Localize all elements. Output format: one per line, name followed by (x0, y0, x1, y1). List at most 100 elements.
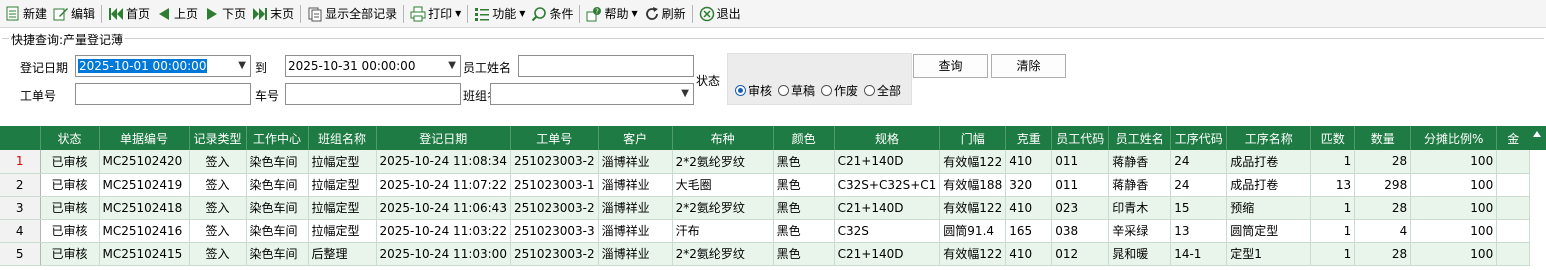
table-cell[interactable]: 320 (1005, 173, 1053, 197)
table-cell[interactable]: 13 (1310, 173, 1356, 197)
table-cell[interactable]: MC25102418 (99, 196, 190, 220)
table-cell[interactable]: 有效幅188 (939, 173, 1007, 197)
table-cell[interactable]: 成品打卷 (1226, 150, 1312, 174)
table-cell[interactable] (1496, 150, 1531, 174)
table-cell[interactable]: 011 (1051, 150, 1110, 174)
column-header[interactable]: 记录类型 (189, 126, 247, 150)
table-cell[interactable]: 签入 (189, 242, 247, 266)
table-cell[interactable] (1496, 196, 1531, 220)
table-cell[interactable]: C32S (834, 219, 941, 243)
table-cell[interactable]: 15 (1170, 196, 1228, 220)
car-number-input[interactable] (285, 83, 461, 105)
table-cell[interactable] (1496, 219, 1531, 243)
condition-button[interactable]: 条件 (528, 2, 576, 26)
row-number[interactable]: 2 (0, 173, 41, 197)
table-cell[interactable]: 24 (1170, 150, 1228, 174)
table-cell[interactable]: 251023003-3 (510, 219, 599, 243)
table-row[interactable]: 5 已审核 MC25102415 签入 染色车间 后整理 2025-10-24 11:03:… (0, 242, 1531, 266)
table-cell[interactable]: 4 (1354, 219, 1412, 243)
date-to-picker[interactable]: 2025-10-31 00:00:00 ▼ (285, 55, 461, 77)
chevron-down-icon[interactable]: ▼ (681, 84, 689, 104)
table-cell[interactable] (1496, 242, 1531, 266)
table-cell[interactable]: 已审核 (40, 242, 100, 266)
table-cell[interactable]: 251023003-2 (510, 150, 599, 174)
table-cell[interactable]: C21+140D (834, 242, 941, 266)
date-from-picker[interactable]: 2025-10-01 00:00:00 ▼ (75, 55, 251, 77)
clear-button[interactable]: 清除 (991, 54, 1066, 78)
table-cell[interactable]: 染色车间 (246, 196, 309, 220)
table-cell[interactable]: 251023003-1 (510, 173, 599, 197)
table-cell[interactable]: 签入 (189, 173, 247, 197)
table-cell[interactable] (1496, 173, 1531, 197)
column-header[interactable]: 分摊比例% (1410, 126, 1498, 150)
column-header[interactable]: 工序代码 (1170, 126, 1228, 150)
table-cell[interactable]: 蒋静香 (1108, 150, 1172, 174)
table-cell[interactable]: 24 (1170, 173, 1228, 197)
column-header[interactable]: 员工代码 (1051, 126, 1110, 150)
table-cell[interactable]: 圆筒91.4 (939, 219, 1007, 243)
table-cell[interactable]: C32S+C32S+C1 (834, 173, 941, 197)
refresh-button[interactable]: 刷新 (641, 2, 689, 26)
table-cell[interactable]: 已审核 (40, 173, 100, 197)
table-cell[interactable]: MC25102415 (99, 242, 190, 266)
table-cell[interactable]: 28 (1354, 242, 1412, 266)
table-cell[interactable]: 黑色 (773, 196, 835, 220)
table-cell[interactable]: C21+140D (834, 196, 941, 220)
column-header[interactable]: 工作中心 (246, 126, 309, 150)
column-header[interactable]: 布种 (672, 126, 774, 150)
row-number[interactable]: 1 (0, 150, 41, 174)
scroll-up-button[interactable] (1529, 126, 1546, 150)
table-cell[interactable]: 汗布 (672, 219, 774, 243)
prev-page-button[interactable]: 上页 (153, 2, 201, 26)
table-cell[interactable]: 011 (1051, 173, 1110, 197)
table-cell[interactable]: 251023003-2 (510, 242, 599, 266)
help-menu-button[interactable]: ? 帮助 ▼ (583, 2, 640, 26)
table-cell[interactable]: 预缩 (1226, 196, 1312, 220)
new-button[interactable]: 新建 (2, 2, 50, 26)
table-cell[interactable]: 成品打卷 (1226, 173, 1312, 197)
chevron-down-icon[interactable]: ▼ (448, 56, 456, 76)
table-cell[interactable]: 大毛圈 (672, 173, 774, 197)
table-cell[interactable]: 14-1 (1170, 242, 1228, 266)
table-cell[interactable]: 2*2氨纶罗纹 (672, 242, 774, 266)
table-cell[interactable]: 1 (1310, 150, 1356, 174)
radio-approved[interactable]: 审核 (735, 82, 772, 99)
column-header[interactable]: 规格 (834, 126, 941, 150)
table-cell[interactable]: 1 (1310, 219, 1356, 243)
table-cell[interactable]: 有效幅122 (939, 150, 1007, 174)
row-number[interactable]: 4 (0, 219, 41, 243)
table-cell[interactable]: 染色车间 (246, 150, 309, 174)
table-cell[interactable]: 2025-10-24 11:03:22 (376, 219, 511, 243)
row-number[interactable]: 5 (0, 242, 41, 266)
table-row[interactable]: 2 已审核 MC25102419 签入 染色车间 拉幅定型 2025-10-24 11:07… (0, 173, 1531, 197)
table-cell[interactable]: 410 (1005, 242, 1053, 266)
table-cell[interactable]: 黑色 (773, 150, 835, 174)
column-header[interactable]: 员工姓名 (1108, 126, 1172, 150)
print-button[interactable]: 打印 ▼ (407, 2, 464, 26)
table-cell[interactable]: 签入 (189, 196, 247, 220)
table-cell[interactable]: 100 (1410, 173, 1498, 197)
table-cell[interactable]: MC25102420 (99, 150, 190, 174)
table-cell[interactable]: 淄博祥业 (598, 219, 673, 243)
table-cell[interactable]: 淄博祥业 (598, 196, 673, 220)
table-cell[interactable]: 298 (1354, 173, 1412, 197)
table-cell[interactable]: 已审核 (40, 219, 100, 243)
next-page-button[interactable]: 下页 (201, 2, 249, 26)
table-cell[interactable]: 251023003-2 (510, 196, 599, 220)
show-all-records-button[interactable]: 显示全部记录 (304, 2, 400, 26)
table-cell[interactable]: 染色车间 (246, 242, 309, 266)
table-cell[interactable]: 28 (1354, 150, 1412, 174)
table-cell[interactable]: 拉幅定型 (308, 173, 377, 197)
table-cell[interactable]: 100 (1410, 150, 1498, 174)
table-cell[interactable]: 2025-10-24 11:07:22 (376, 173, 511, 197)
column-header[interactable]: 门幅 (939, 126, 1007, 150)
radio-all[interactable]: 全部 (864, 82, 901, 99)
column-header[interactable]: 班组名称 (308, 126, 377, 150)
order-number-input[interactable] (75, 83, 251, 105)
table-cell[interactable]: 染色车间 (246, 173, 309, 197)
table-cell[interactable]: 签入 (189, 150, 247, 174)
table-cell[interactable]: 13 (1170, 219, 1228, 243)
table-cell[interactable]: 淄博祥业 (598, 150, 673, 174)
table-cell[interactable]: 023 (1051, 196, 1110, 220)
table-cell[interactable]: 晁和暖 (1108, 242, 1172, 266)
